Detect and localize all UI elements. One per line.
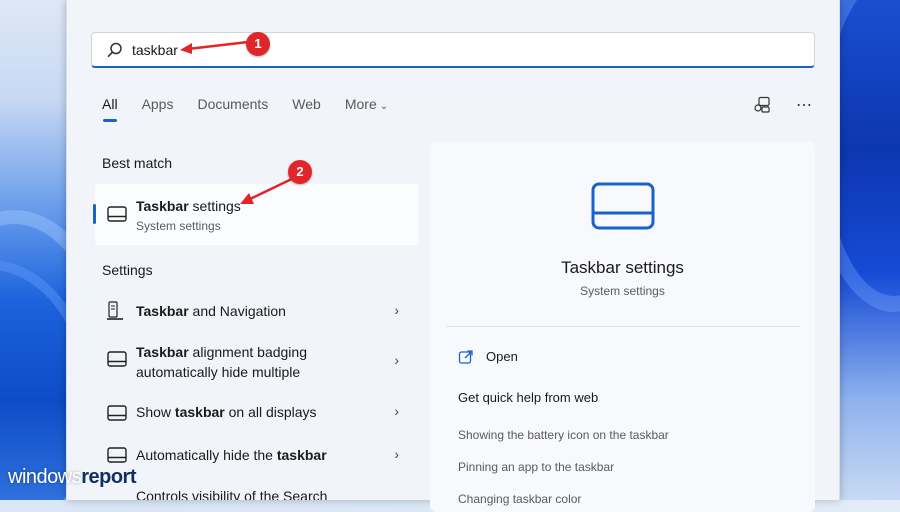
taskbar-large-icon xyxy=(591,182,655,230)
best-match-heading: Best match xyxy=(102,155,173,171)
annotation-callout-2: 2 xyxy=(288,160,312,184)
devices-glyph xyxy=(754,96,770,113)
chevron-right-icon: › xyxy=(394,302,399,318)
preview-pane: Taskbar settings System settings Open Ge… xyxy=(430,142,815,512)
settings-result-search-visibility[interactable]: Controls visibility of the Search xyxy=(95,483,419,500)
wallpaper-left xyxy=(0,0,66,500)
tab-all[interactable]: All xyxy=(102,96,118,122)
search-panel: All Apps Documents Web More⌄ ⋯ Best matc… xyxy=(66,0,840,512)
chevron-down-icon: ⌄ xyxy=(379,101,389,112)
watermark-logo: windowsreport xyxy=(8,466,136,488)
settings-result-show-all-displays[interactable]: Show taskbar on all displays › xyxy=(95,399,419,427)
devices-icon[interactable] xyxy=(751,94,773,116)
chevron-right-icon: › xyxy=(394,446,399,462)
annotation-callout-1: 1 xyxy=(246,32,270,56)
annotation-arrow-1 xyxy=(180,40,249,54)
open-external-icon xyxy=(458,350,473,364)
chevron-right-icon: › xyxy=(394,352,399,368)
preview-subtitle: System settings xyxy=(580,284,665,298)
help-link[interactable]: Changing taskbar color xyxy=(458,492,581,506)
taskbar-icon xyxy=(107,405,127,421)
settings-result-label: Controls visibility of the Search xyxy=(136,488,328,500)
divider xyxy=(446,326,800,327)
taskbar-icon xyxy=(107,351,127,367)
settings-result-alignment-badging[interactable]: Taskbar alignment badging automatically … xyxy=(95,340,419,384)
help-link[interactable]: Showing the battery icon on the taskbar xyxy=(458,428,669,442)
quick-help-heading: Get quick help from web xyxy=(458,390,599,405)
best-match-title: Taskbar settings xyxy=(136,198,241,214)
more-options-icon[interactable]: ⋯ xyxy=(793,94,815,116)
settings-result-label: Taskbar and Navigation xyxy=(136,303,286,319)
search-tabs: All Apps Documents Web More ⌄ xyxy=(102,96,412,126)
preview-title: Taskbar settings xyxy=(561,258,684,277)
tab-more[interactable]: More ⌄ xyxy=(345,96,388,120)
tab-more-label: More xyxy=(344,96,377,112)
navigation-icon xyxy=(107,301,123,320)
settings-result-label: Show taskbar on all displays xyxy=(136,404,317,420)
search-icon xyxy=(107,42,122,57)
settings-result-label-line2: automatically hide multiple xyxy=(136,364,301,380)
tab-web[interactable]: Web xyxy=(292,96,321,120)
help-link[interactable]: Pinning an app to the taskbar xyxy=(458,460,614,474)
best-match-subtitle: System settings xyxy=(136,219,221,233)
settings-result-label: Taskbar alignment badging xyxy=(136,344,307,360)
settings-result-taskbar-navigation[interactable]: Taskbar and Navigation › xyxy=(95,297,419,327)
settings-heading: Settings xyxy=(102,262,153,278)
settings-result-label: Automatically hide the taskbar xyxy=(136,447,327,463)
open-action[interactable]: Open xyxy=(458,349,518,364)
taskbar-icon xyxy=(107,206,127,222)
open-label: Open xyxy=(486,349,518,364)
chevron-right-icon: › xyxy=(394,403,399,419)
top-icons: ⋯ xyxy=(751,94,815,116)
wallpaper-right xyxy=(808,0,900,500)
tab-documents[interactable]: Documents xyxy=(197,96,268,120)
taskbar-icon xyxy=(107,447,127,463)
settings-result-auto-hide[interactable]: Automatically hide the taskbar › xyxy=(95,441,419,469)
tab-apps[interactable]: Apps xyxy=(142,96,174,120)
